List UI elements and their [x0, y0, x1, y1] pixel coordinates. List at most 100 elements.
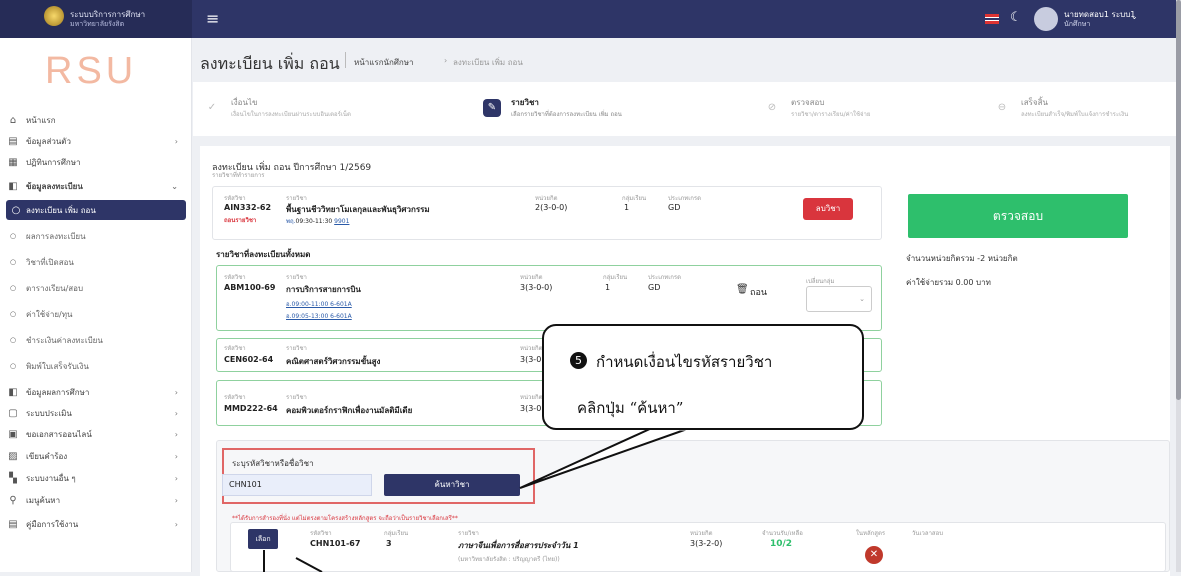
sidebar-item[interactable]: ○ พิมพ์ใบเสร็จรับเงิน	[0, 356, 192, 376]
evaluation-icon: ▢	[8, 407, 18, 419]
registration-stepper: ✓ เงื่อนไข เงื่อนไขในการลงทะเบียนผ่านระบ…	[193, 82, 1176, 136]
search-course-button[interactable]: ค้นหาวิชา	[384, 474, 520, 496]
course-time[interactable]: อ.09:00-11:00 6-601A	[286, 299, 352, 309]
page-title: ลงทะเบียน เพิ่ม ถอน	[200, 54, 340, 73]
course-search-input[interactable]: CHN101	[222, 474, 372, 496]
circle-icon: ○	[11, 204, 21, 216]
credit-label: หน่วยกิต	[520, 274, 543, 281]
name-label: รายวิชา	[286, 274, 307, 281]
top-bar: ระบบบริการการศึกษา มหาวิทยาลัยรังสิต ≡ ☾…	[0, 0, 1181, 38]
course-time[interactable]: อ.09:05-13:00 6-601A	[286, 311, 352, 321]
step-description: รายวิชา/ตารางเรียน/ค่าใช้จ่าย	[791, 111, 871, 118]
sidebar-item[interactable]: ○ ตารางเรียน/สอบ	[0, 278, 192, 298]
result-seats: 10/2	[770, 539, 793, 549]
petition-icon: ▨	[8, 450, 18, 462]
sidebar-item[interactable]: ◧ ข้อมูลลงทะเบียน ⌄	[0, 176, 192, 196]
breadcrumb-current: ลงทะเบียน เพิ่ม ถอน	[453, 58, 523, 67]
sidebar-item[interactable]: ○ ผลการลงทะเบียน	[0, 226, 192, 246]
step-number-badge: 5	[570, 352, 587, 369]
course-section: 1	[624, 203, 630, 212]
credit-label: หน่วยกิต	[520, 345, 543, 352]
circle-icon: ○	[9, 362, 17, 370]
review-icon: ⊘	[767, 102, 777, 113]
drop-course-button[interactable]: ลบวิชา	[803, 198, 853, 220]
chevron-right-icon: ›	[174, 519, 178, 529]
search-label: ระบุรหัสวิชาหรือชื่อวิชา	[232, 459, 314, 468]
sidebar-item-label: ค่าใช้จ่าย/ทุน	[26, 309, 73, 319]
sidebar-item-label: วิชาที่เปิดสอน	[26, 257, 74, 267]
thai-flag-icon[interactable]	[985, 14, 999, 24]
sidebar-item[interactable]: ▦ ปฏิทินการศึกษา	[0, 152, 192, 172]
grade-type-label: ประเภทเกรด	[668, 195, 702, 202]
id-card-icon: ▤	[8, 135, 18, 147]
sidebar-item[interactable]: ○ ลงทะเบียน เพิ่ม ถอน	[6, 200, 186, 220]
hamburger-menu-icon[interactable]: ≡	[206, 9, 219, 28]
course-grade-type: GD	[648, 283, 661, 292]
dark-mode-icon[interactable]: ☾	[1010, 10, 1022, 25]
sidebar-item[interactable]: ▨ เขียนคำร้อง ›	[0, 446, 192, 466]
check-button[interactable]: ตรวจสอบ	[908, 194, 1128, 238]
breadcrumb-home[interactable]: หน้าแรกนักศึกษา	[354, 56, 414, 69]
circle-icon: ○	[9, 310, 17, 318]
rsu-logo: RSU	[45, 50, 138, 92]
avatar[interactable]	[1034, 7, 1058, 31]
course-schedule: พฤ.09:30-11:30 9901	[286, 218, 350, 225]
course-name: คอมพิวเตอร์กราฟิกเพื่องานมัลติมีเดีย	[286, 406, 413, 415]
sidebar-item[interactable]: ▣ ขอเอกสารออนไลน์ ›	[0, 424, 192, 444]
registered-heading: รายวิชาที่ลงทะเบียนทั้งหมด	[216, 250, 311, 259]
name-label: รายวิชา	[286, 345, 307, 352]
course-credit: 3(3-0	[520, 355, 542, 364]
callout-line-1: กำหนดเงื่อนไขรหัสรายวิชา	[596, 353, 773, 371]
credit-total: จำนวนหน่วยกิตรวม -2 หน่วยกิต	[906, 254, 1018, 263]
course-name: การบริการสายการบิน	[286, 285, 361, 294]
sidebar-item-label: เขียนคำร้อง	[26, 451, 68, 461]
sidebar-item[interactable]: ▢ ระบบประเมิน ›	[0, 403, 192, 423]
section-label: กลุ่มเรียน	[384, 530, 409, 537]
scrollbar-thumb[interactable]	[1176, 0, 1181, 400]
sidebar-item[interactable]: ○ ชำระเงินค่าลงทะเบียน	[0, 330, 192, 350]
cost-total: ค่าใช้จ่ายรวม 0.00 บาท	[906, 278, 991, 287]
sidebar-item-label: ตารางเรียน/สอบ	[26, 283, 84, 293]
room-link[interactable]: 9901	[334, 218, 349, 225]
university-seal-icon	[44, 6, 64, 26]
withdraw-button[interactable]: ถอน	[750, 285, 767, 299]
sidebar-item-label: เมนูค้นหา	[26, 495, 61, 505]
user-role: นักศึกษา	[1064, 20, 1091, 28]
change-section-label: เปลี่ยนกลุ่ม	[806, 278, 835, 285]
circle-icon: ○	[9, 258, 17, 266]
step-description: ลงทะเบียนสำเร็จ/พิมพ์ใบแจ้งการชำระเงิน	[1021, 111, 1129, 118]
chevron-right-icon: ›	[174, 495, 178, 505]
course-code: ABM100-69	[224, 283, 276, 292]
code-label: รหัสวิชา	[310, 530, 332, 537]
home-icon: ⌂	[9, 114, 17, 126]
change-section-select[interactable]: ⌄	[806, 286, 872, 312]
brand[interactable]: ระบบบริการการศึกษา มหาวิทยาลัยรังสิต	[0, 0, 192, 38]
sidebar-item[interactable]: ▤ ข้อมูลส่วนตัว ›	[0, 131, 192, 151]
sidebar-item[interactable]: ◧ ข้อมูลผลการศึกษา ›	[0, 382, 192, 402]
course-name: คณิตศาสตร์วิศวกรรมขั้นสูง	[286, 357, 381, 366]
term-subheading: รายวิชาที่ทำรายการ	[212, 172, 265, 179]
section-label: กลุ่มเรียน	[603, 274, 628, 281]
manual-icon: ▤	[8, 518, 18, 530]
sidebar-item[interactable]: ⚲ เมนูค้นหา ›	[0, 490, 192, 510]
trash-icon[interactable]: 🗑	[736, 284, 749, 295]
sidebar-item[interactable]: ▤ คู่มือการใช้งาน ›	[0, 514, 192, 534]
document-icon: ▣	[8, 428, 18, 440]
sidebar-item[interactable]: ○ วิชาที่เปิดสอน	[0, 252, 192, 272]
chevron-right-icon: ›	[174, 387, 178, 397]
done-icon: ⊖	[997, 102, 1007, 113]
sidebar-item[interactable]: ▚ ระบบงานอื่น ๆ ›	[0, 468, 192, 488]
choose-course-button[interactable]: เลือก	[248, 529, 278, 549]
chevron-right-icon: ›	[174, 451, 178, 461]
sidebar-item[interactable]: ⌂ หน้าแรก	[0, 110, 192, 130]
chevron-down-icon[interactable]: ⌄	[1131, 12, 1138, 21]
sidebar-item-label: หน้าแรก	[26, 115, 56, 125]
step-description: เลือกรายวิชาที่ต้องการลงทะเบียน เพิ่ม ถอ…	[511, 111, 622, 118]
chevron-right-icon: ›	[174, 429, 178, 439]
result-code: CHN101-67	[310, 539, 361, 548]
credit-label: หน่วยกิต	[520, 394, 543, 401]
search-icon: ⚲	[9, 494, 17, 506]
sidebar-item-label: ขอเอกสารออนไลน์	[26, 429, 92, 439]
course-section: 1	[605, 283, 611, 292]
sidebar-item[interactable]: ○ ค่าใช้จ่าย/ทุน	[0, 304, 192, 324]
